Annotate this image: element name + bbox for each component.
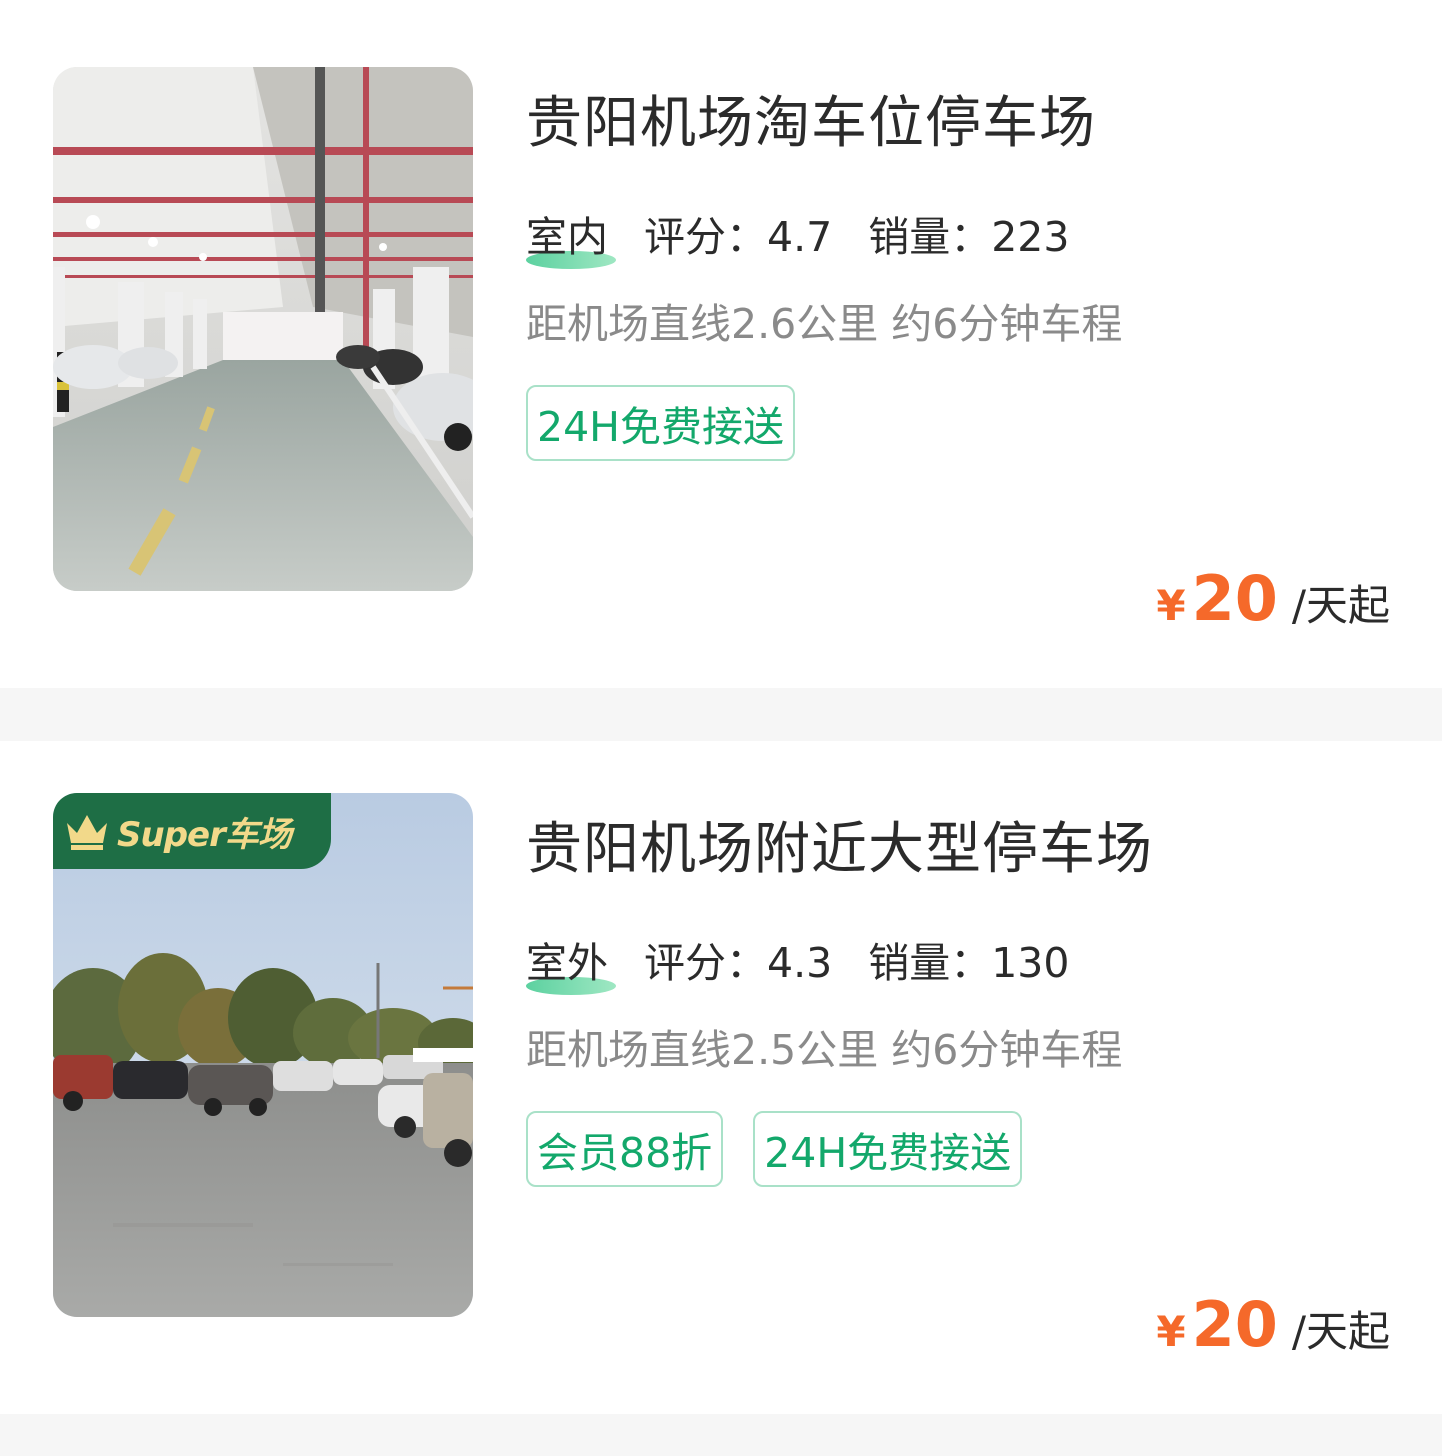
price-amount: 20: [1191, 1288, 1278, 1361]
parking-type-label: 室内: [526, 203, 616, 269]
indoor-parking-garage-image: [53, 67, 473, 591]
parking-type-text: 室外: [526, 939, 608, 987]
service-tag: 24H免费接送: [753, 1111, 1023, 1187]
service-tags: 24H免费接送: [526, 385, 825, 461]
currency-symbol: ¥: [1156, 1307, 1186, 1356]
service-tags: 会员88折 24H免费接送: [526, 1111, 1052, 1187]
parking-meta-row: 室外 评分：4.3 销量：130: [526, 929, 1070, 995]
parking-meta-row: 室内 评分：4.7 销量：223: [526, 203, 1070, 269]
price-amount: 20: [1191, 562, 1278, 635]
service-tag: 24H免费接送: [526, 385, 796, 461]
price-unit: /天起: [1291, 1307, 1390, 1356]
parking-listing-card[interactable]: Super车场 贵阳机场附近大型停车场 室外 评分：4.3 销量：130 距机场…: [0, 741, 1442, 1414]
sales-count: 销量：130: [868, 939, 1070, 987]
crown-icon: [67, 815, 107, 850]
parking-lot-title[interactable]: 贵阳机场附近大型停车场: [526, 804, 1153, 885]
rating-score: 评分：4.7: [644, 213, 833, 261]
parking-type-label: 室外: [526, 929, 616, 995]
parking-photo[interactable]: Super车场: [53, 793, 473, 1317]
price-unit: /天起: [1291, 581, 1390, 630]
member-discount-tag: 会员88折: [526, 1111, 724, 1187]
price-block: ¥ 20 /天起: [1156, 1288, 1390, 1361]
outdoor-parking-lot-image: [53, 793, 473, 1317]
sales-count: 销量：223: [868, 213, 1070, 261]
distance-info: 距机场直线2.5公里 约6分钟车程: [526, 1026, 1123, 1074]
parking-listing-card[interactable]: 贵阳机场淘车位停车场 室内 评分：4.7 销量：223 距机场直线2.6公里 约…: [0, 0, 1442, 688]
parking-lot-title[interactable]: 贵阳机场淘车位停车场: [526, 78, 1096, 159]
distance-info: 距机场直线2.6公里 约6分钟车程: [526, 300, 1123, 348]
rating-score: 评分：4.3: [644, 939, 833, 987]
parking-type-text: 室内: [526, 213, 608, 261]
super-parking-badge: Super车场: [53, 793, 331, 869]
price-block: ¥ 20 /天起: [1156, 562, 1390, 635]
currency-symbol: ¥: [1156, 581, 1186, 630]
parking-photo[interactable]: [53, 67, 473, 591]
super-badge-text: Super车场: [117, 814, 292, 855]
